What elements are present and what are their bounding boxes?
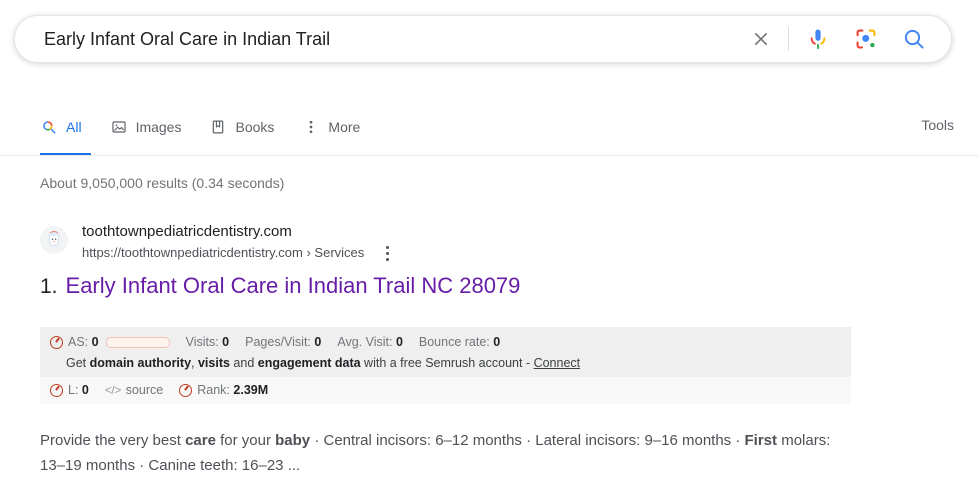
result-header: toothtownpediatricdentistry.com https://…: [40, 222, 940, 262]
image-icon: [110, 118, 128, 136]
semrush-metrics-row: AS: 0 Visits: 0 Pages/Visit: 0 Avg. Visit: …: [40, 333, 851, 351]
semrush-connect-link[interactable]: Connect: [534, 356, 581, 370]
semrush-source-link[interactable]: source: [126, 383, 164, 397]
tab-more-label: More: [328, 119, 361, 135]
promo-text: with a free Semrush account -: [360, 356, 534, 370]
semrush-metric: Pages/Visit: 0: [245, 335, 322, 349]
promo-text: Get: [66, 356, 90, 370]
code-icon: </>: [104, 383, 121, 397]
tooth-mascot-favicon: [40, 226, 68, 254]
semrush-metric: AS: 0: [68, 335, 99, 349]
search-submit-icon[interactable]: [899, 24, 929, 54]
semrush-bottom-row: L: 0 </> source Rank: 2.39M: [40, 383, 851, 397]
tab-images[interactable]: Images: [110, 103, 182, 149]
tab-more[interactable]: More: [302, 103, 360, 149]
search-bar[interactable]: [14, 15, 952, 63]
result-index: 1.: [40, 275, 58, 298]
semrush-metric: Visits: 0: [185, 335, 230, 349]
tab-books-label: Books: [235, 119, 275, 135]
snippet-bold-term: baby: [275, 432, 311, 449]
search-bar-icons: [746, 16, 951, 62]
semrush-ring-icon: [179, 383, 193, 397]
clear-icon[interactable]: [746, 24, 776, 54]
promo-bold-text: visits: [197, 356, 230, 370]
tab-images-label: Images: [135, 119, 182, 135]
kebab-icon: [302, 118, 320, 136]
search-bar-divider: [788, 27, 789, 51]
result-url[interactable]: https://toothtownpediatricdentistry.com …: [82, 244, 364, 262]
result-site-name[interactable]: toothtownpediatricdentistry.com: [82, 222, 396, 242]
search-input[interactable]: [15, 21, 746, 57]
snippet-bold-term: First: [744, 432, 778, 449]
result-site-info: toothtownpediatricdentistry.com https://…: [82, 222, 396, 262]
result-url-row: https://toothtownpediatricdentistry.com …: [82, 244, 396, 262]
semrush-metric: Avg. Visit: 0: [337, 335, 403, 349]
tab-all[interactable]: All: [40, 103, 82, 149]
semrush-panel-bottom: L: 0 </> source Rank: 2.39M: [40, 377, 851, 404]
search-result-1: toothtownpediatricdentistry.com https://…: [40, 222, 940, 301]
semrush-ring-icon: [50, 335, 63, 349]
semrush-metric: L: 0: [68, 383, 89, 397]
snippet-text: for your: [215, 432, 276, 449]
snippet-text: Provide the very best: [40, 432, 186, 449]
promo-text: ,: [191, 356, 198, 370]
result-title-link[interactable]: Early Infant Oral Care in Indian Trail N…: [66, 272, 521, 300]
tab-books[interactable]: Books: [209, 103, 274, 149]
semrush-metric: Rank: 2.39M: [197, 383, 269, 397]
semrush-panel-top: AS: 0 Visits: 0 Pages/Visit: 0 Avg. Visit: …: [40, 327, 851, 377]
semrush-ring-icon: [50, 383, 63, 397]
google-lens-icon[interactable]: [851, 24, 881, 54]
search-icon: [40, 118, 58, 136]
nav-bottom-divider: [0, 155, 978, 156]
microphone-icon[interactable]: [803, 24, 833, 54]
promo-bold-text: domain authority: [89, 356, 192, 370]
book-icon: [209, 118, 227, 136]
promo-text: and: [229, 356, 258, 370]
result-title-row: 1. Early Infant Oral Care in Indian Trai…: [40, 272, 940, 301]
authority-score-bar: [105, 336, 170, 348]
semrush-metric: Bounce rate: 0: [418, 335, 501, 349]
promo-bold-text: engagement data: [257, 356, 361, 370]
search-bar-container: [14, 15, 952, 63]
tab-all-label: All: [66, 119, 82, 135]
semrush-seo-panel: AS: 0 Visits: 0 Pages/Visit: 0 Avg. Visit: …: [40, 327, 851, 404]
result-stats: About 9,050,000 results (0.34 seconds): [40, 175, 285, 191]
result-snippet: Provide the very best care for your baby…: [40, 428, 852, 478]
semrush-promo-row: Get domain authority, visits and engagem…: [40, 356, 851, 370]
snippet-bold-term: care: [185, 432, 216, 449]
result-options-kebab-icon[interactable]: [378, 244, 396, 262]
tools-button[interactable]: Tools: [921, 117, 954, 133]
search-nav-bar: All Images Books More Tools: [0, 103, 978, 156]
snippet-text: · Central incisors: 6–12 months · Latera…: [310, 432, 745, 449]
